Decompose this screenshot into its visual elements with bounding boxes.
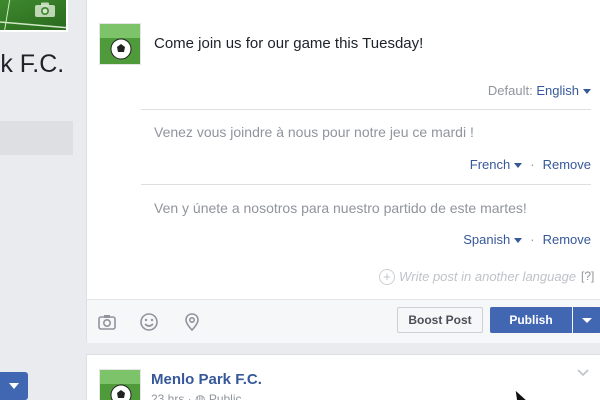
post-privacy[interactable]: Public (209, 392, 242, 400)
caret-down-icon (514, 238, 523, 244)
soccer-ball-image (100, 24, 140, 64)
left-dropdown-button[interactable] (0, 372, 28, 400)
globe-icon: ◍ (195, 392, 209, 400)
translation-spanish-actions: Spanish · Remove (463, 232, 591, 247)
remove-spanish-link[interactable]: Remove (543, 232, 591, 247)
emoji-icon[interactable] (139, 312, 159, 332)
page-title[interactable]: rk F.C. (0, 50, 64, 79)
soccer-ball-image (100, 370, 140, 400)
translation-french-actions: French · Remove (470, 157, 591, 172)
publish-button[interactable]: Publish (490, 307, 572, 333)
post-timestamp[interactable]: 23 hrs · (151, 392, 195, 400)
post-text-input[interactable]: Come join us for our game this Tuesday! (154, 35, 423, 52)
avatar[interactable] (99, 369, 141, 400)
divider (141, 184, 591, 185)
add-language-label: Write post in another language (399, 269, 577, 284)
language-selector-label: Spanish (463, 232, 511, 247)
plus-circle-icon: + (379, 269, 395, 285)
caret-down-icon (514, 163, 523, 169)
language-selector-spanish[interactable]: Spanish (463, 232, 523, 247)
divider (141, 109, 591, 110)
location-pin-icon[interactable] (182, 312, 202, 332)
default-language-line: Default: English (488, 83, 591, 98)
separator-dot: · (530, 232, 535, 247)
translation-french-input[interactable]: Venez vous joindre à nous pour notre jeu… (154, 124, 474, 140)
language-selector-label: French (469, 157, 511, 172)
default-language-value: English (536, 83, 579, 98)
chevron-down-icon (9, 383, 19, 389)
chevron-down-icon[interactable] (577, 369, 589, 377)
composer-footer: Boost Post Publish (87, 299, 600, 343)
default-language-selector[interactable]: English (536, 83, 591, 98)
remove-french-link[interactable]: Remove (543, 157, 591, 172)
post-meta: 23 hrs · ◍ Public (151, 392, 242, 400)
post-composer: Come join us for our game this Tuesday! … (86, 0, 600, 343)
boost-post-button[interactable]: Boost Post (397, 307, 483, 333)
camera-icon[interactable] (97, 312, 117, 332)
add-language-link[interactable]: + Write post in another language (379, 269, 576, 285)
page-cover-photo[interactable] (0, 0, 68, 32)
caret-down-icon (583, 89, 591, 95)
publish-options-button[interactable] (573, 307, 600, 333)
post-author-link[interactable]: Menlo Park F.C. (151, 371, 262, 388)
left-column: rk F.C. (0, 0, 86, 400)
translation-spanish-input[interactable]: Ven y únete a nosotros para nuestro part… (154, 200, 527, 216)
separator-dot: · (530, 157, 535, 172)
help-link[interactable]: [?] (581, 269, 594, 283)
avatar[interactable] (99, 23, 141, 65)
language-selector-french[interactable]: French (469, 157, 523, 172)
default-label: Default: (487, 83, 533, 98)
camera-icon[interactable] (34, 2, 56, 18)
left-nav-band[interactable] (0, 121, 73, 155)
